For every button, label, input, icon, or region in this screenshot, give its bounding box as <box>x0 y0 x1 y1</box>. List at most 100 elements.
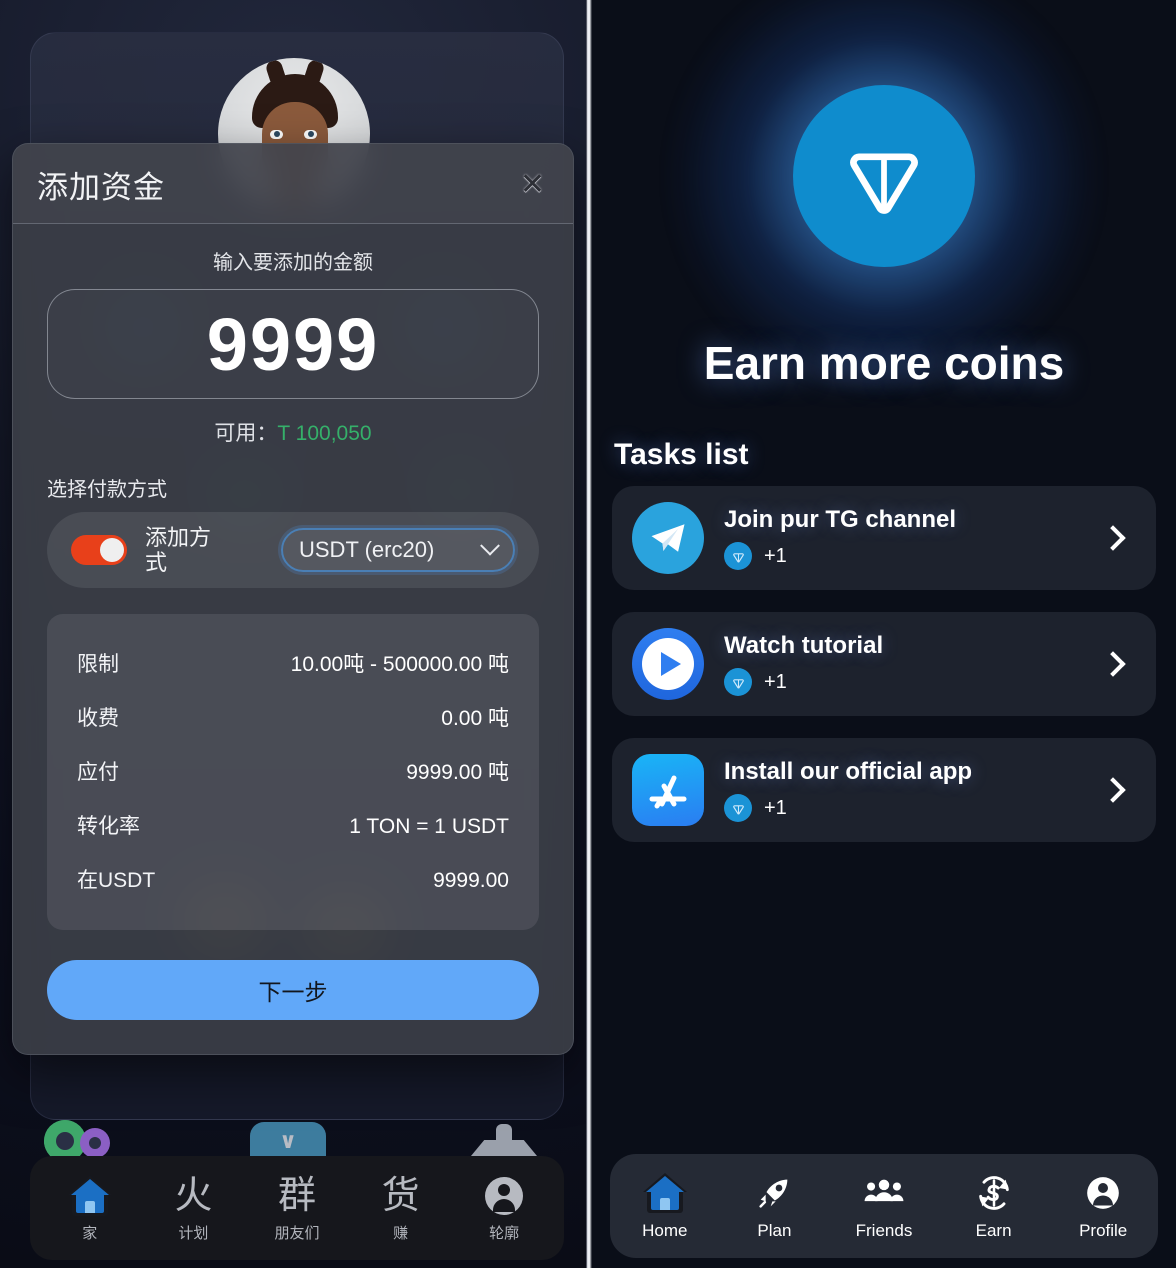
right-bottom-nav: Home Plan Friends Earn Profile <box>610 1154 1158 1258</box>
detail-value: 9999.00 <box>433 869 509 892</box>
table-row: 应付 9999.00 吨 <box>77 744 509 798</box>
task-reward: +1 <box>724 668 883 696</box>
rocket-icon <box>754 1171 794 1215</box>
nav-label: Profile <box>1079 1221 1128 1240</box>
table-row: 限制 10.00吨 - 500000.00 吨 <box>77 636 509 690</box>
detail-key: 收费 <box>77 707 119 730</box>
friends-icon: 群 <box>277 1174 316 1217</box>
available-label: 可用： <box>214 422 278 445</box>
page-title: Earn more coins <box>703 337 1065 389</box>
table-row: 转化率 1 TON = 1 USDT <box>77 798 509 852</box>
tasks-list-heading: Tasks list <box>614 438 749 471</box>
available-balance: 可用：T 100,050 <box>47 417 539 447</box>
table-row: 在USDT 9999.00 <box>77 852 509 906</box>
detail-key: 限制 <box>77 653 119 676</box>
hero-section: Earn more coins <box>592 0 1176 420</box>
detail-key: 转化率 <box>77 815 140 838</box>
modal-body: 输入要添加的金额 9999 可用：T 100,050 选择付款方式 添加方式 U… <box>13 224 573 1054</box>
profile-icon <box>485 1174 524 1218</box>
tab-profile[interactable]: Profile <box>1055 1171 1151 1241</box>
currency-select[interactable]: USDT (erc20) <box>281 528 515 572</box>
chevron-right-icon <box>1100 525 1126 551</box>
home-icon <box>642 1171 687 1215</box>
detail-value: 0.00 吨 <box>441 707 509 730</box>
chevron-right-icon <box>1100 777 1126 803</box>
home-icon <box>67 1174 112 1218</box>
right-phone-panel: Earn more coins Tasks list Join pur TG c… <box>592 0 1176 1268</box>
play-circle-icon <box>632 628 704 700</box>
payment-method-row: 添加方式 USDT (erc20) <box>47 512 539 588</box>
earn-icon: 货 <box>381 1174 420 1217</box>
sidebar-item-earn[interactable]: 货 赚 <box>359 1174 443 1243</box>
task-title: Join pur TG channel <box>724 506 957 533</box>
task-title: Install our official app <box>724 758 973 785</box>
ton-coin-icon <box>724 668 752 696</box>
currency-select-value: USDT (erc20) <box>299 537 435 562</box>
task-texts: Watch tutorial +1 <box>724 632 883 696</box>
add-funds-modal: 添加资金 ✕ 输入要添加的金额 9999 可用：T 100,050 选择付款方式… <box>12 143 574 1055</box>
task-reward: +1 <box>724 542 956 570</box>
left-bottom-nav: 家 火 计划 群 朋友们 货 赚 轮廓 <box>30 1156 564 1260</box>
nav-label: Plan <box>757 1221 792 1240</box>
reward-amount: +1 <box>764 544 787 567</box>
plan-icon: 火 <box>174 1174 213 1217</box>
modal-header: 添加资金 ✕ <box>13 144 573 224</box>
nav-label: 家 <box>82 1224 98 1242</box>
amount-input[interactable]: 9999 <box>47 289 539 399</box>
next-step-button[interactable]: 下一步 <box>47 960 539 1020</box>
app-store-icon <box>632 754 704 826</box>
nav-label: Earn <box>975 1221 1012 1240</box>
transaction-details: 限制 10.00吨 - 500000.00 吨 收费 0.00 吨 应付 999… <box>47 614 539 930</box>
tab-plan[interactable]: Plan <box>726 1171 822 1241</box>
nav-label: Home <box>642 1221 688 1240</box>
task-texts: Join pur TG channel +1 <box>724 506 956 570</box>
people-icon <box>863 1171 905 1215</box>
amount-value: 9999 <box>206 302 380 386</box>
telegram-icon <box>632 502 704 574</box>
close-icon[interactable]: ✕ <box>516 169 549 200</box>
available-amount: T 100,050 <box>277 422 372 445</box>
list-item[interactable]: Join pur TG channel +1 <box>612 486 1156 590</box>
amount-input-label: 输入要添加的金额 <box>213 252 373 274</box>
nav-label: 赚 <box>393 1224 409 1242</box>
nav-label: 轮廓 <box>489 1224 520 1242</box>
payment-method-label: 选择付款方式 <box>47 479 167 501</box>
nav-label: 计划 <box>178 1224 209 1242</box>
detail-value: 10.00吨 - 500000.00 吨 <box>290 653 509 676</box>
sidebar-item-plan[interactable]: 火 计划 <box>151 1174 235 1243</box>
avatar-eye-left <box>270 130 283 139</box>
avatar-eye-right <box>304 130 317 139</box>
left-phone-panel: 添加资金 ✕ 输入要添加的金额 9999 可用：T 100,050 选择付款方式… <box>0 0 586 1268</box>
payment-method-name: 添加方式 <box>145 524 212 575</box>
modal-title: 添加资金 <box>37 170 165 205</box>
tab-home[interactable]: Home <box>617 1171 713 1241</box>
nav-label: 朋友们 <box>274 1224 320 1242</box>
coin-refresh-icon <box>974 1171 1014 1215</box>
list-item[interactable]: Install our official app +1 <box>612 738 1156 842</box>
ton-coin-icon <box>793 85 975 267</box>
detail-key: 在USDT <box>77 869 156 892</box>
ton-coin-icon <box>724 542 752 570</box>
tab-earn[interactable]: Earn <box>946 1171 1042 1241</box>
sidebar-item-friends[interactable]: 群 朋友们 <box>255 1174 339 1243</box>
chevron-down-icon <box>480 535 500 556</box>
chevron-right-icon <box>1100 651 1126 677</box>
payment-method-toggle[interactable] <box>71 535 127 565</box>
sidebar-item-profile[interactable]: 轮廓 <box>462 1174 546 1243</box>
tab-friends[interactable]: Friends <box>836 1171 932 1241</box>
sidebar-item-home[interactable]: 家 <box>48 1174 132 1243</box>
reward-amount: +1 <box>764 670 787 693</box>
nav-label: Friends <box>855 1221 913 1240</box>
task-reward: +1 <box>724 794 972 822</box>
detail-value: 1 TON = 1 USDT <box>349 815 509 838</box>
table-row: 收费 0.00 吨 <box>77 690 509 744</box>
tasks-list: Join pur TG channel +1 Watch tutorial +1… <box>592 472 1176 842</box>
task-texts: Install our official app +1 <box>724 758 972 822</box>
person-icon <box>1083 1171 1123 1215</box>
reward-amount: +1 <box>764 796 787 819</box>
detail-key: 应付 <box>77 761 119 784</box>
app-stage: 添加资金 ✕ 输入要添加的金额 9999 可用：T 100,050 选择付款方式… <box>0 0 1176 1268</box>
list-item[interactable]: Watch tutorial +1 <box>612 612 1156 716</box>
task-title: Watch tutorial <box>724 632 884 659</box>
ton-coin-icon <box>724 794 752 822</box>
